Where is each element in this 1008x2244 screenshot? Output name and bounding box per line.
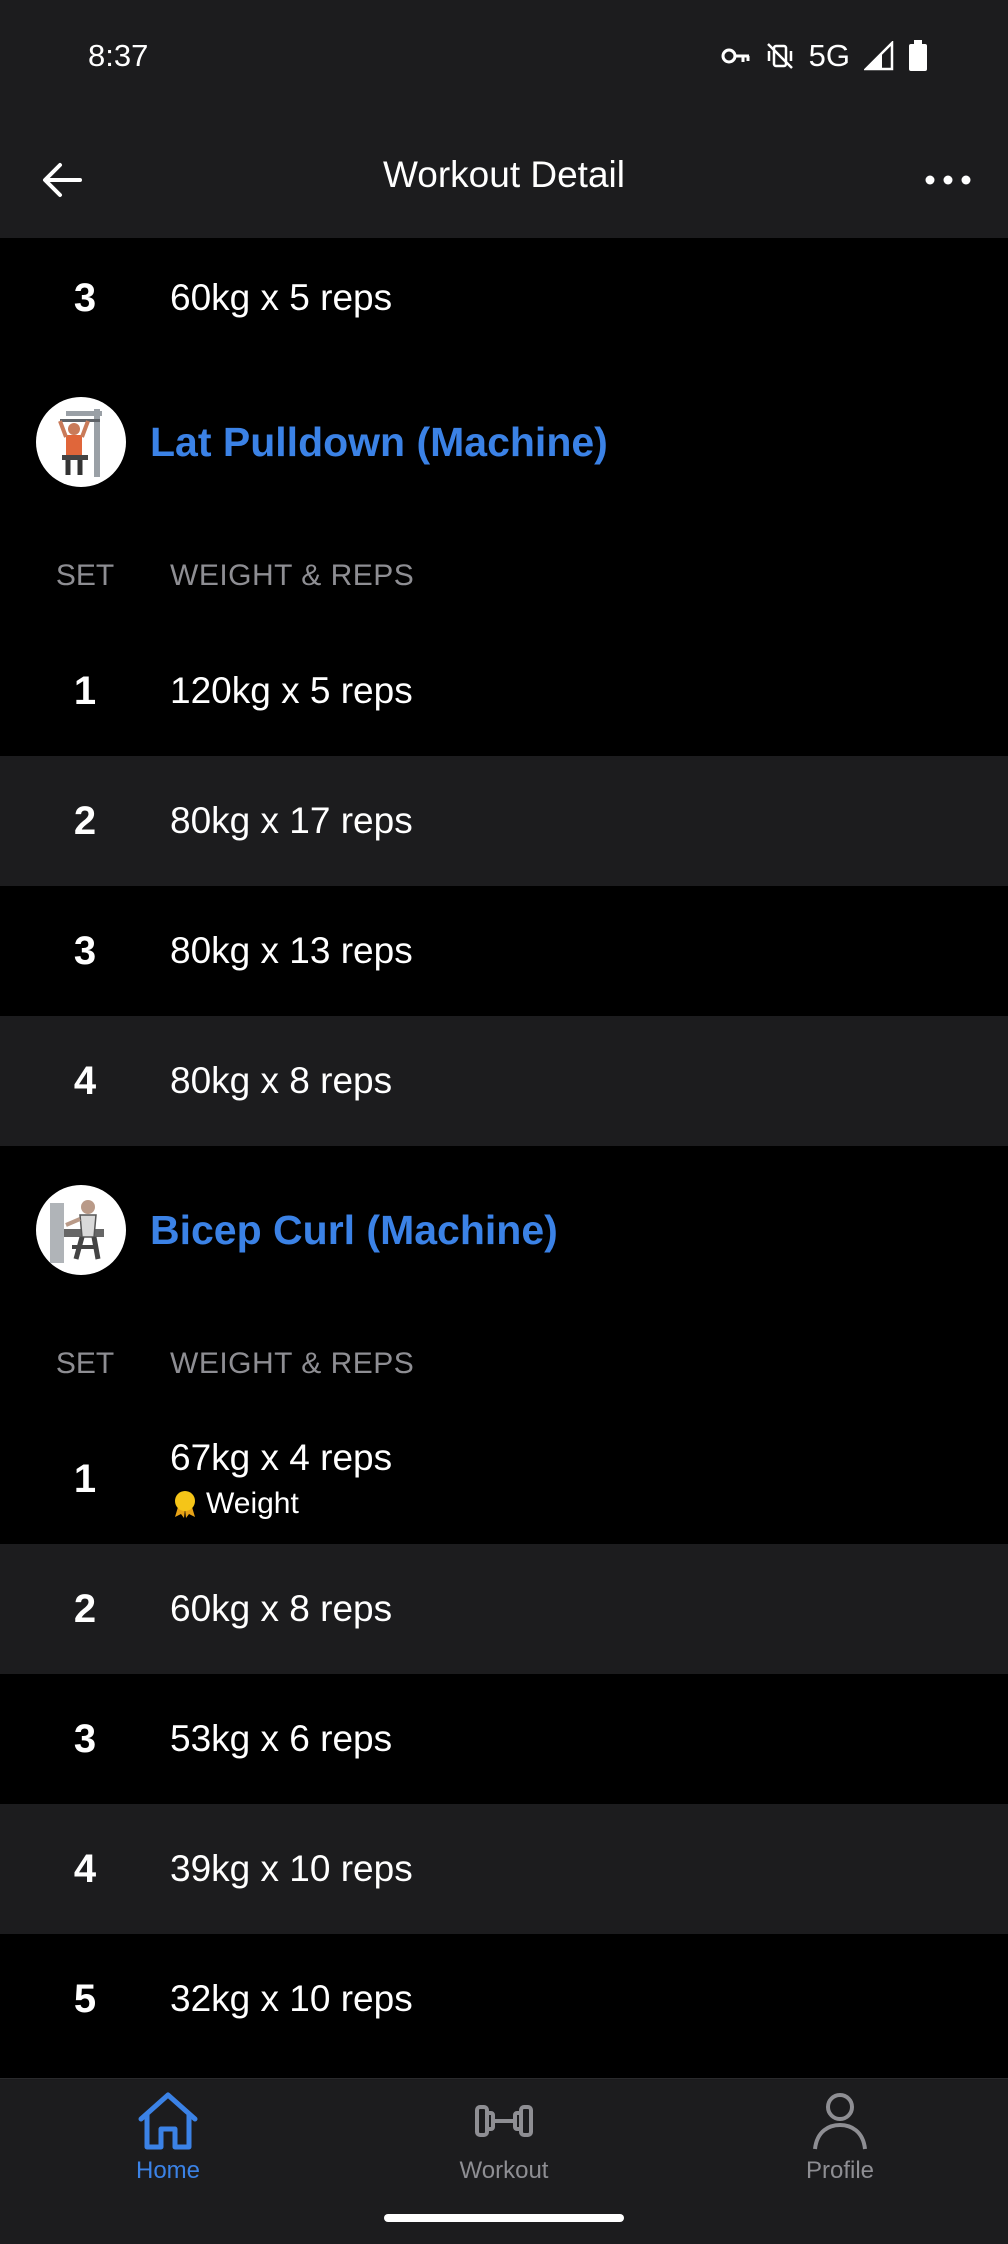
vpn-key-icon <box>721 48 750 64</box>
set-value: 80kg x 8 reps <box>170 1060 393 1101</box>
medal-icon <box>175 1491 195 1518</box>
more-horizontal-icon <box>925 175 971 185</box>
set-value: 60kg x 8 reps <box>170 1588 393 1629</box>
column-weight-reps-label: WEIGHT & REPS <box>170 1347 415 1380</box>
column-weight-reps-label: WEIGHT & REPS <box>170 559 415 592</box>
nav-workout-label: Workout <box>459 2157 549 2184</box>
nav-home-label: Home <box>135 2157 201 2184</box>
more-options-button[interactable] <box>918 160 978 200</box>
exercise-thumbnail <box>36 397 126 487</box>
set-row: 1 67kg x 4 reps Weight <box>0 1414 1008 1544</box>
set-number: 4 <box>73 1058 97 1103</box>
network-type: 5G <box>808 38 850 73</box>
bicep-curl-machine-icon <box>50 1200 104 1263</box>
set-number: 3 <box>73 1716 97 1761</box>
column-set-label: SET <box>55 559 115 592</box>
set-value: 80kg x 17 reps <box>170 800 413 841</box>
set-row: 5 32kg x 10 reps <box>0 1934 1008 2064</box>
set-value: 53kg x 6 reps <box>170 1718 393 1759</box>
column-header: SET WEIGHT & REPS <box>0 526 1008 626</box>
set-row: 2 80kg x 17 reps <box>0 756 1008 886</box>
battery-icon <box>909 40 927 71</box>
set-row: 4 80kg x 8 reps <box>0 1016 1008 1146</box>
set-value: 80kg x 13 reps <box>170 930 413 971</box>
app-bar: Workout Detail <box>0 118 1008 238</box>
nav-workout[interactable]: Workout <box>404 2089 604 2185</box>
exercise-header-bicep-curl[interactable]: Bicep Curl (Machine) <box>0 1146 1008 1314</box>
set-row: 3 80kg x 13 reps <box>0 886 1008 1016</box>
set-number: 2 <box>73 798 97 843</box>
set-number: 3 <box>73 275 97 320</box>
set-row: 3 60kg x 5 reps <box>0 238 1008 358</box>
set-number: 4 <box>73 1846 97 1891</box>
personal-record-badge: Weight <box>170 1487 392 1521</box>
lat-pulldown-machine-icon <box>58 409 102 477</box>
dumbbell-icon <box>475 2105 533 2137</box>
set-row: 4 39kg x 10 reps <box>0 1804 1008 1934</box>
set-row: 2 60kg x 8 reps <box>0 1544 1008 1674</box>
exercise-name[interactable]: Bicep Curl (Machine) <box>150 1207 558 1254</box>
vibrate-off-icon <box>766 43 793 69</box>
set-value: 67kg x 4 reps <box>170 1437 393 1478</box>
exercise-header-lat-pulldown[interactable]: Lat Pulldown (Machine) <box>0 358 1008 526</box>
set-value: 32kg x 10 reps <box>170 1978 413 2019</box>
nav-home[interactable]: Home <box>68 2089 268 2185</box>
nav-profile[interactable]: Profile <box>740 2089 940 2185</box>
person-icon <box>813 2093 867 2150</box>
home-indicator[interactable] <box>384 2214 624 2222</box>
page-title: Workout Detail <box>383 154 625 195</box>
set-value: 39kg x 10 reps <box>170 1848 413 1889</box>
workout-content[interactable]: 3 60kg x 5 reps Lat Pulldown (Machine) S… <box>0 238 1008 2078</box>
status-bar: 8:37 5G <box>0 0 1008 118</box>
exercise-name[interactable]: Lat Pulldown (Machine) <box>150 419 608 466</box>
status-time: 8:37 <box>88 38 149 73</box>
set-value: 60kg x 5 reps <box>170 277 393 318</box>
set-row: 3 53kg x 6 reps <box>0 1674 1008 1804</box>
set-number: 1 <box>73 668 97 713</box>
set-value: 120kg x 5 reps <box>170 670 413 711</box>
nav-profile-label: Profile <box>805 2157 875 2184</box>
exercise-thumbnail <box>36 1185 126 1275</box>
workout-detail-screen: 8:37 5G Workout Detail 3 60kg x 5 reps L… <box>0 0 1008 2244</box>
set-number: 1 <box>73 1456 97 1501</box>
set-number: 3 <box>73 928 97 973</box>
home-icon <box>138 2092 198 2150</box>
badge-label: Weight <box>206 1487 299 1520</box>
set-row: 1 120kg x 5 reps <box>0 626 1008 756</box>
set-number: 2 <box>73 1586 97 1631</box>
set-number: 5 <box>73 1976 97 2021</box>
status-icons: 5G <box>721 36 928 76</box>
column-header: SET WEIGHT & REPS <box>0 1314 1008 1414</box>
signal-icon <box>864 41 894 71</box>
column-set-label: SET <box>55 1347 115 1380</box>
